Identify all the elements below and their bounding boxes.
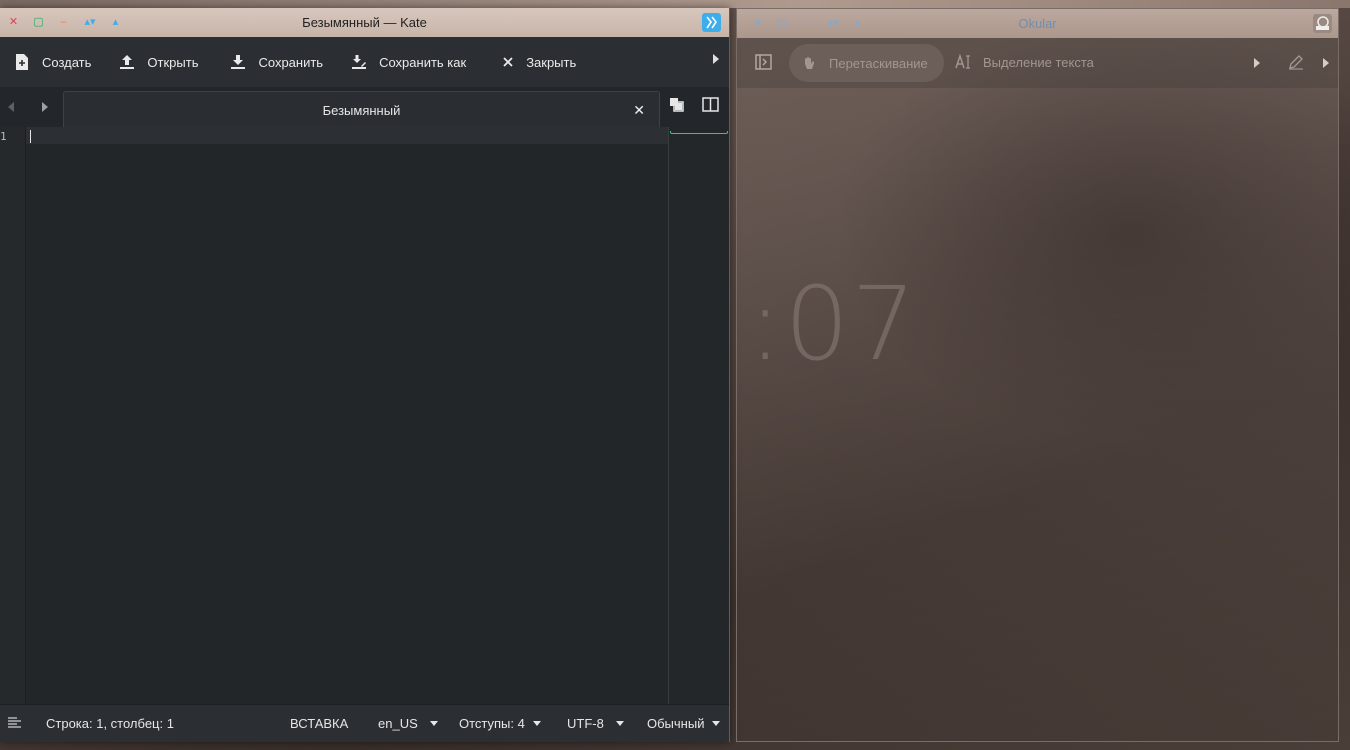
text-selection-button[interactable]: Выделение текста [955,54,1094,70]
save-as-icon [351,54,367,70]
line-number-gutter[interactable]: 1 [0,127,26,704]
annotate-menu-arrow-icon[interactable] [1323,58,1329,68]
download-icon [230,54,246,70]
tab-bar: Безымянный ✕ [0,87,729,127]
browse-tool-label: Перетаскивание [829,55,928,71]
upload-icon [119,54,135,70]
indentation-dropdown[interactable]: Отступы: 4 [459,716,541,731]
browse-tool-button[interactable]: Перетаскивание [789,44,944,82]
encoding-dropdown[interactable]: UTF-8 [567,716,624,731]
sidebar-toggle-icon[interactable] [755,54,772,73]
save-as-button-label: Сохранить как [379,54,467,70]
highlight-value: Обычный [647,716,705,731]
line-number: 1 [0,130,7,143]
kate-window: ✕ ▢ – ▴▾ ▴ Безымянный — Kate Создать Отк… [0,8,730,742]
encoding-value: UTF-8 [567,716,604,731]
scrollbar-minimap[interactable] [668,127,729,704]
quick-open-icon[interactable] [669,97,687,115]
desktop-panel-strip [0,0,1350,8]
hand-icon [801,55,817,71]
text-select-icon [955,54,972,70]
save-button-label: Сохранить [258,54,324,70]
okular-toolbar: Перетаскивание Выделение текста [737,38,1338,88]
window-title: Безымянный — Kate [302,15,427,30]
toolbar-overflow-icon[interactable] [713,54,719,64]
new-button[interactable]: Создать [0,46,105,78]
sidebar-toggle-icon[interactable] [8,717,21,729]
current-line-highlight [26,127,668,144]
text-selection-label: Выделение текста [983,54,1094,70]
cursor-position[interactable]: Строка: 1, столбец: 1 [46,716,174,731]
tab-label: Безымянный [322,103,401,118]
save-button[interactable]: Сохранить [216,46,337,78]
window-title: Okular [1018,16,1057,31]
text-cursor [30,130,31,143]
input-mode[interactable]: ВСТАВКА [290,716,348,731]
next-tab-icon[interactable] [42,102,48,112]
close-icon [500,54,516,70]
toolbar-overflow-icon[interactable] [1254,58,1260,68]
chevron-down-icon [712,721,721,726]
new-button-label: Создать [42,54,92,70]
annotate-pen-icon[interactable] [1288,54,1304,73]
tab-close-icon[interactable]: ✕ [633,102,645,119]
save-as-button[interactable]: Сохранить как [337,46,480,78]
close-button-label: Закрыть [526,54,577,70]
language-value: en_US [378,716,418,731]
okular-app-icon[interactable] [1313,14,1332,33]
open-button[interactable]: Открыть [105,46,212,78]
chevron-down-icon [615,721,624,726]
split-view-icon[interactable] [702,97,720,115]
chevron-down-icon [429,721,438,726]
text-editor[interactable]: 1 [0,127,668,704]
chevron-down-icon [532,721,541,726]
kate-app-icon[interactable] [702,13,721,32]
indentation-value: Отступы: 4 [459,716,525,731]
highlight-mode-dropdown[interactable]: Обычный [647,716,721,731]
tab-untitled[interactable]: Безымянный ✕ [63,91,660,127]
kate-titlebar[interactable]: ✕ ▢ – ▴▾ ▴ Безымянный — Kate [0,8,729,37]
previous-tab-icon[interactable] [8,102,14,112]
close-document-button[interactable]: Закрыть [486,46,590,78]
spellcheck-language-dropdown[interactable]: en_US [378,716,438,731]
desktop-clock-widget: :07 [748,265,919,384]
main-toolbar: Создать Открыть Сохранить Сохранить как … [0,37,729,87]
status-bar: Строка: 1, столбец: 1 ВСТАВКА en_US Отст… [0,704,729,742]
minimap-viewport-marker[interactable] [670,131,728,134]
open-button-label: Открыть [147,54,199,70]
okular-titlebar[interactable]: ✕ ▢ – ▴▾ ▴ Okular [737,9,1338,38]
new-document-icon [14,54,30,70]
